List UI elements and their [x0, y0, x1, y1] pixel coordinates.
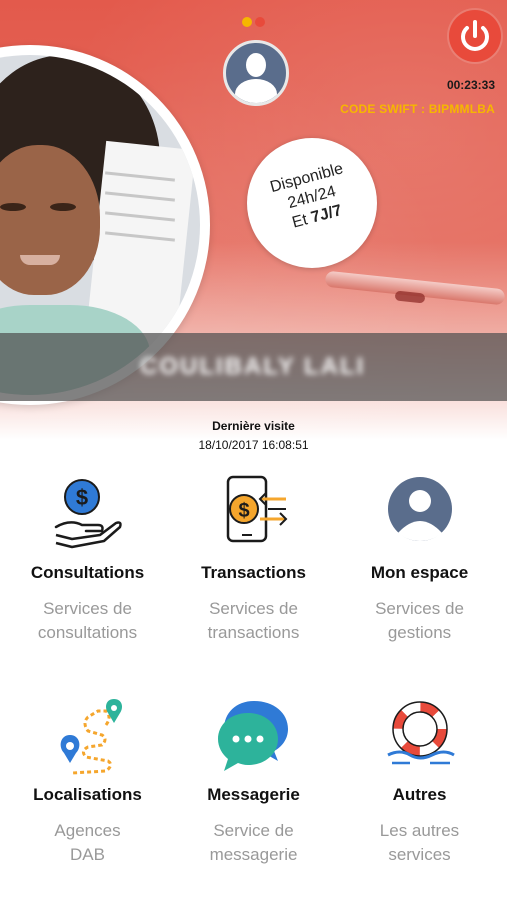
- menu-tile-title: Consultations: [30, 563, 145, 582]
- map-pins-icon: [48, 697, 128, 777]
- menu-tile-subtitle: Agences DAB: [3, 819, 172, 867]
- user-avatar-icon: [380, 475, 460, 555]
- menu-tile-transactions[interactable]: $ Transactions Services de transactions: [169, 475, 338, 645]
- menu-tile-subtitle-line1: Les autres: [379, 821, 460, 840]
- menu-tile-subtitle-line1: Services de: [209, 599, 298, 618]
- menu-tile-subtitle-line1: Services de: [375, 599, 464, 618]
- availability-text: Disponible 24h/24 Et 7J/7: [241, 152, 382, 244]
- menu-tile-messagerie[interactable]: Messagerie Service de messagerie: [169, 697, 338, 867]
- menu-tile-subtitle-line1: Services de: [43, 599, 132, 618]
- menu-tile-subtitle-line1: Service de: [213, 821, 294, 840]
- menu-tile-consultations[interactable]: $ Consultations Services de consultations: [3, 475, 172, 645]
- swift-code: CODE SWIFT : BIPMMLBA: [340, 102, 495, 116]
- page-indicator: [242, 14, 268, 32]
- menu-tile-subtitle-line2: transactions: [207, 623, 300, 642]
- page-dot: [255, 17, 265, 27]
- profile-avatar-icon[interactable]: [223, 40, 289, 106]
- phone-transfer-icon: $: [214, 475, 294, 555]
- menu-tile-subtitle: Service de messagerie: [169, 819, 338, 867]
- photo-mouth: [20, 255, 60, 265]
- svg-text:$: $: [75, 485, 87, 510]
- last-visit: Dernière visite 18/10/2017 16:08:51: [0, 417, 507, 455]
- menu-tile-mon-espace[interactable]: Mon espace Services de gestions: [335, 475, 504, 645]
- avatar-body: [235, 79, 277, 103]
- chat-bubbles-icon: [214, 697, 294, 777]
- user-name-band: COULIBALY LALI: [0, 333, 507, 401]
- menu-tile-localisations[interactable]: Localisations Agences DAB: [3, 697, 172, 867]
- menu-tile-subtitle: Services de gestions: [335, 597, 504, 645]
- power-icon: [461, 20, 489, 51]
- menu-tile-title: Transactions: [201, 563, 306, 582]
- menu-tile-title: Mon espace: [370, 563, 469, 582]
- last-visit-label: Dernière visite: [212, 419, 295, 433]
- svg-text:$: $: [238, 500, 249, 522]
- hand-dollar-icon: $: [48, 475, 128, 555]
- lifebuoy-icon: [380, 697, 460, 777]
- menu-tile-subtitle: Les autres services: [335, 819, 504, 867]
- menu-tile-subtitle: Services de consultations: [3, 597, 172, 645]
- availability-badge: Disponible 24h/24 Et 7J/7: [247, 138, 377, 268]
- menu-tile-subtitle: Services de transactions: [169, 597, 338, 645]
- photo-eye: [0, 203, 26, 211]
- menu-tile-title: Localisations: [33, 785, 142, 804]
- photo-eye: [50, 203, 76, 211]
- hero-banner: 00:23:33 CODE SWIFT : BIPMMLBA Disponibl…: [0, 0, 507, 440]
- user-name: COULIBALY LALI: [140, 353, 366, 380]
- menu-tile-autres[interactable]: Autres Les autres services: [335, 697, 504, 867]
- menu-tile-subtitle-line2: messagerie: [209, 845, 298, 864]
- last-visit-datetime: 18/10/2017 16:08:51: [198, 438, 309, 452]
- avatar-head: [246, 53, 266, 77]
- menu-tile-subtitle-line2: consultations: [37, 623, 138, 642]
- power-button[interactable]: [449, 10, 501, 62]
- menu-tile-subtitle-line2: services: [388, 845, 451, 864]
- session-timer: 00:23:33: [446, 78, 495, 92]
- menu-tile-subtitle-line2: gestions: [387, 623, 452, 642]
- menu-tile-subtitle-line1: Agences: [54, 821, 121, 840]
- menu-tile-title: Autres: [392, 785, 447, 804]
- menu-tile-title: Messagerie: [207, 785, 300, 804]
- page-dot-active: [242, 17, 252, 27]
- menu-tile-subtitle-line2: DAB: [70, 845, 105, 864]
